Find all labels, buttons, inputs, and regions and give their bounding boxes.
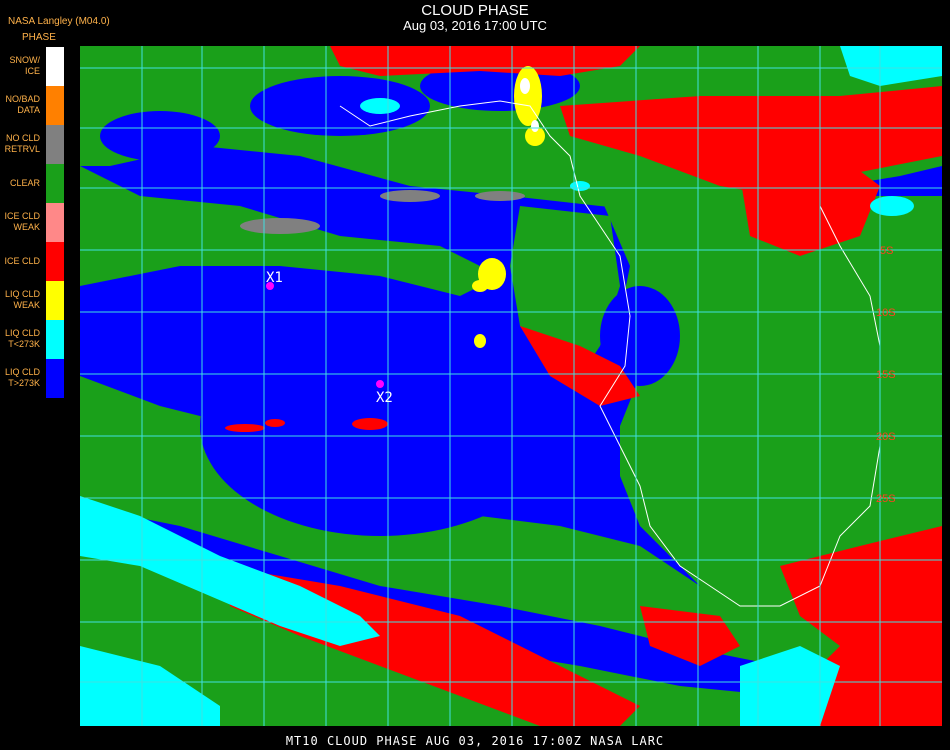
cloud-phase-map: 5S 10S 15S 20S 25S X1 X2 (80, 46, 942, 726)
map-timestamp: Aug 03, 2016 17:00 UTC (403, 18, 547, 33)
legend-swatch (46, 125, 64, 164)
legend-sublabel: WEAK (13, 300, 40, 310)
legend-item-liq-cld-weak: LIQ CLD WEAK (0, 281, 66, 320)
lat-label-5s: 5S (880, 245, 893, 257)
legend-label: SNOW/ (9, 55, 41, 65)
legend-sublabel: RETRVL (4, 144, 40, 154)
legend-item-snow-ice: SNOW/ICE (0, 47, 66, 86)
legend-swatch (46, 320, 64, 359)
legend-label: LIQ CLD (4, 289, 40, 299)
legend-label: CLEAR (9, 178, 40, 188)
legend-sublabel: ICE (24, 66, 40, 76)
legend-label: ICE CLD (4, 256, 40, 266)
legend-sublabel: T>273K (8, 378, 40, 388)
legend-label: ICE CLD (4, 211, 40, 221)
legend-swatch (46, 281, 64, 320)
legend-label: NO/BAD (5, 94, 40, 104)
lat-label-25s: 25S (876, 493, 896, 505)
footer-caption: MT10 CLOUD PHASE AUG 03, 2016 17:00Z NAS… (285, 734, 665, 748)
legend-item-liq-cld-warm: LIQ CLD T>273K (0, 359, 66, 398)
legend-label: NO CLD (5, 133, 40, 143)
legend-item-no-cld-retrvl: NO CLD RETRVL (0, 125, 66, 164)
lat-label-20s: 20S (876, 431, 896, 443)
marker-x2-dot (376, 380, 384, 388)
legend-sublabel: WEAK (13, 222, 40, 232)
legend-label: LIQ CLD (4, 367, 40, 377)
legend-swatch (46, 164, 64, 203)
legend-swatch (46, 242, 64, 281)
marker-x2-label: X2 (376, 390, 393, 406)
lat-label-15s: 15S (876, 369, 896, 381)
marker-x1-label: X1 (266, 270, 283, 286)
legend-title: PHASE (22, 32, 56, 43)
legend-swatch (46, 203, 64, 242)
legend-swatch (46, 359, 64, 398)
legend-item-ice-cld-weak: ICE CLD WEAK (0, 203, 66, 242)
legend-item-liq-cld-cold: LIQ CLD T<273K (0, 320, 66, 359)
legend-sublabel: DATA (17, 105, 40, 115)
credit-label: NASA Langley (M04.0) (8, 16, 110, 27)
legend-swatch (46, 47, 64, 86)
lat-label-10s: 10S (876, 307, 896, 319)
legend-label: LIQ CLD (4, 328, 40, 338)
legend-item-ice-cld: ICE CLD (0, 242, 66, 281)
legend-item-no-bad-data: NO/BAD DATA (0, 86, 66, 125)
legend-swatch (46, 86, 64, 125)
legend-item-clear: CLEAR (0, 164, 66, 203)
map-title: CLOUD PHASE (421, 2, 529, 19)
legend-sublabel: T<273K (8, 339, 40, 349)
